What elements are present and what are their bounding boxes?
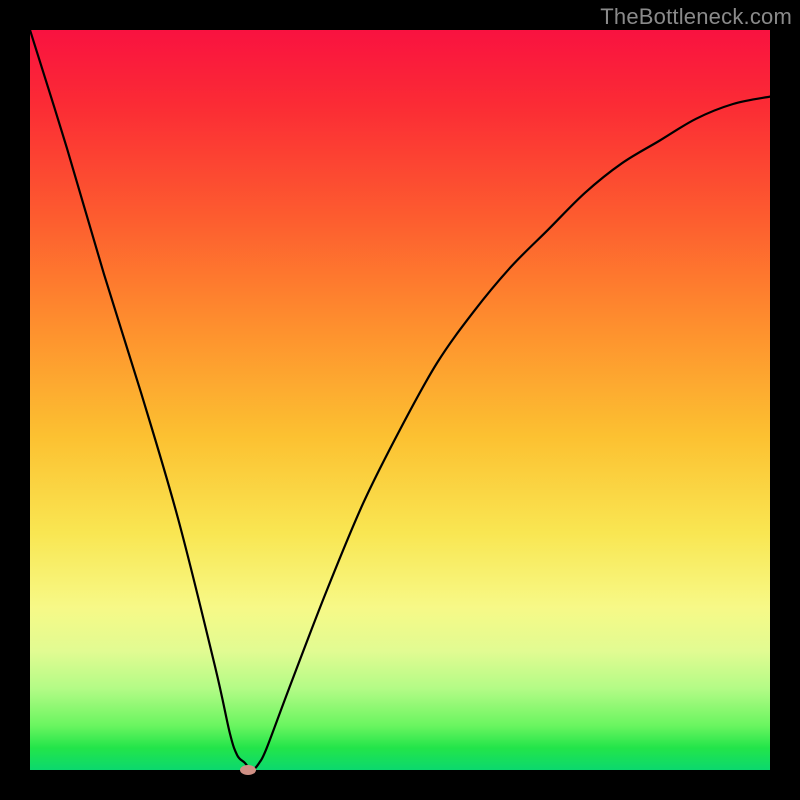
chart-frame: TheBottleneck.com [0,0,800,800]
bottleneck-curve [30,30,770,770]
watermark-text: TheBottleneck.com [600,4,792,30]
plot-area [30,30,770,770]
optimum-marker [240,765,256,775]
